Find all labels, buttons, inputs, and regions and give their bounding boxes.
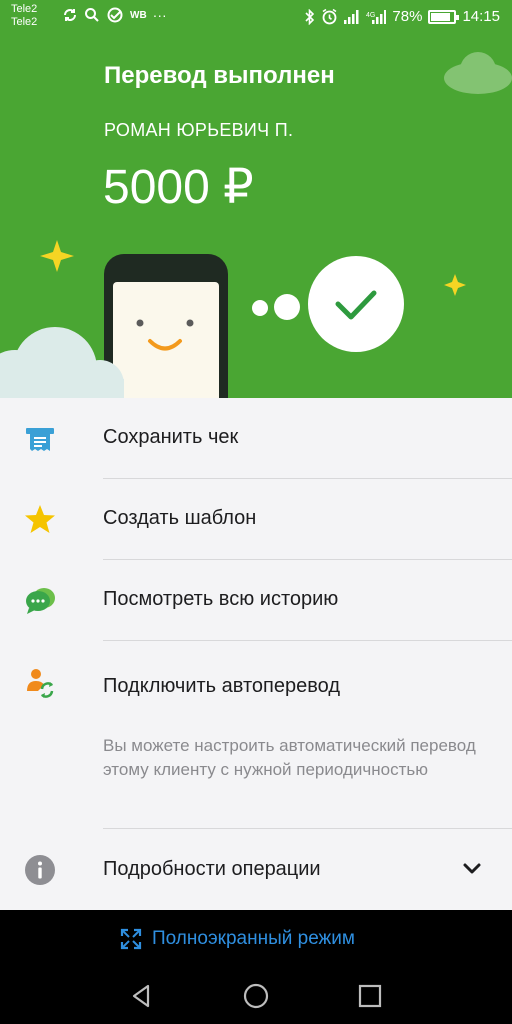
auto-transfer-item[interactable]: Подключить автоперевод Вы можете настрои… — [0, 641, 512, 829]
system-icons: 4G 78% 14:15 — [305, 8, 500, 25]
sber-logo-icon — [106, 7, 124, 23]
chevron-down-icon[interactable] — [462, 862, 482, 876]
cloud-top-right-icon — [444, 52, 512, 94]
wb-icon: WB — [130, 9, 147, 21]
home-icon[interactable] — [242, 982, 270, 1010]
operation-details-item[interactable]: Подробности операции — [0, 829, 512, 910]
status-bar: Tele2 Tele2 WB ··· 4G 78% 14:15 — [0, 0, 512, 34]
signal-icon — [344, 9, 360, 24]
check-circle-icon — [308, 256, 404, 352]
fullscreen-label: Полноэкранный режим — [152, 928, 355, 949]
chat-icon — [26, 588, 55, 614]
back-icon[interactable] — [128, 982, 156, 1010]
battery-icon — [428, 9, 460, 24]
carrier-1: Tele2 — [11, 3, 38, 15]
search-icon — [84, 7, 100, 23]
sync-icon — [62, 7, 78, 23]
recipient-name: РОМАН ЮРЬЕВИЧ П. — [104, 120, 294, 140]
operation-details-label: Подробности операции — [103, 858, 321, 880]
carrier-2: Tele2 — [11, 16, 38, 28]
star-icon — [25, 505, 55, 533]
save-receipt-item[interactable]: Сохранить чек — [0, 398, 512, 479]
sparkle-left-icon — [40, 240, 74, 272]
actions-list: Сохранить чек Создать шаблон Посмотреть … — [0, 398, 512, 910]
fullscreen-bar: Полноэкранный режим — [0, 910, 512, 968]
info-icon — [25, 855, 55, 885]
view-history-label: Посмотреть всю историю — [103, 588, 339, 610]
system-nav-bar — [0, 968, 512, 1024]
view-history-item[interactable]: Посмотреть всю историю — [0, 560, 512, 641]
notification-icons: WB ··· — [62, 7, 167, 23]
auto-transfer-label: Подключить автоперевод — [103, 675, 340, 697]
page-title: Перевод выполнен — [104, 62, 335, 89]
auto-transfer-description: Вы можете настроить автоматический перев… — [103, 736, 476, 779]
alarm-icon — [321, 8, 338, 25]
carrier-names: Tele2 Tele2 — [11, 3, 37, 29]
dot-medium-icon — [274, 294, 300, 320]
recents-icon[interactable] — [356, 982, 384, 1010]
create-template-label: Создать шаблон — [103, 507, 257, 529]
sparkle-right-icon — [444, 274, 466, 296]
bluetooth-icon — [305, 8, 315, 25]
auto-transfer-icon — [27, 669, 54, 698]
battery-percent: 78% — [392, 8, 423, 25]
clock: 14:15 — [462, 8, 500, 25]
success-hero: Перевод выполнен РОМАН ЮРЬЕВИЧ П. 5000 ₽ — [0, 34, 512, 398]
signal-2-icon: 4G — [366, 9, 387, 24]
save-receipt-label: Сохранить чек — [103, 426, 239, 448]
svg-text:4G: 4G — [366, 12, 375, 19]
expand-icon — [120, 928, 142, 950]
dot-small-icon — [252, 300, 268, 316]
fullscreen-button[interactable]: Полноэкранный режим — [120, 928, 355, 950]
more-notifications-icon: ··· — [152, 7, 167, 23]
transfer-amount: 5000 ₽ — [103, 161, 254, 214]
create-template-item[interactable]: Создать шаблон — [0, 479, 512, 560]
receipt-icon — [26, 428, 54, 451]
